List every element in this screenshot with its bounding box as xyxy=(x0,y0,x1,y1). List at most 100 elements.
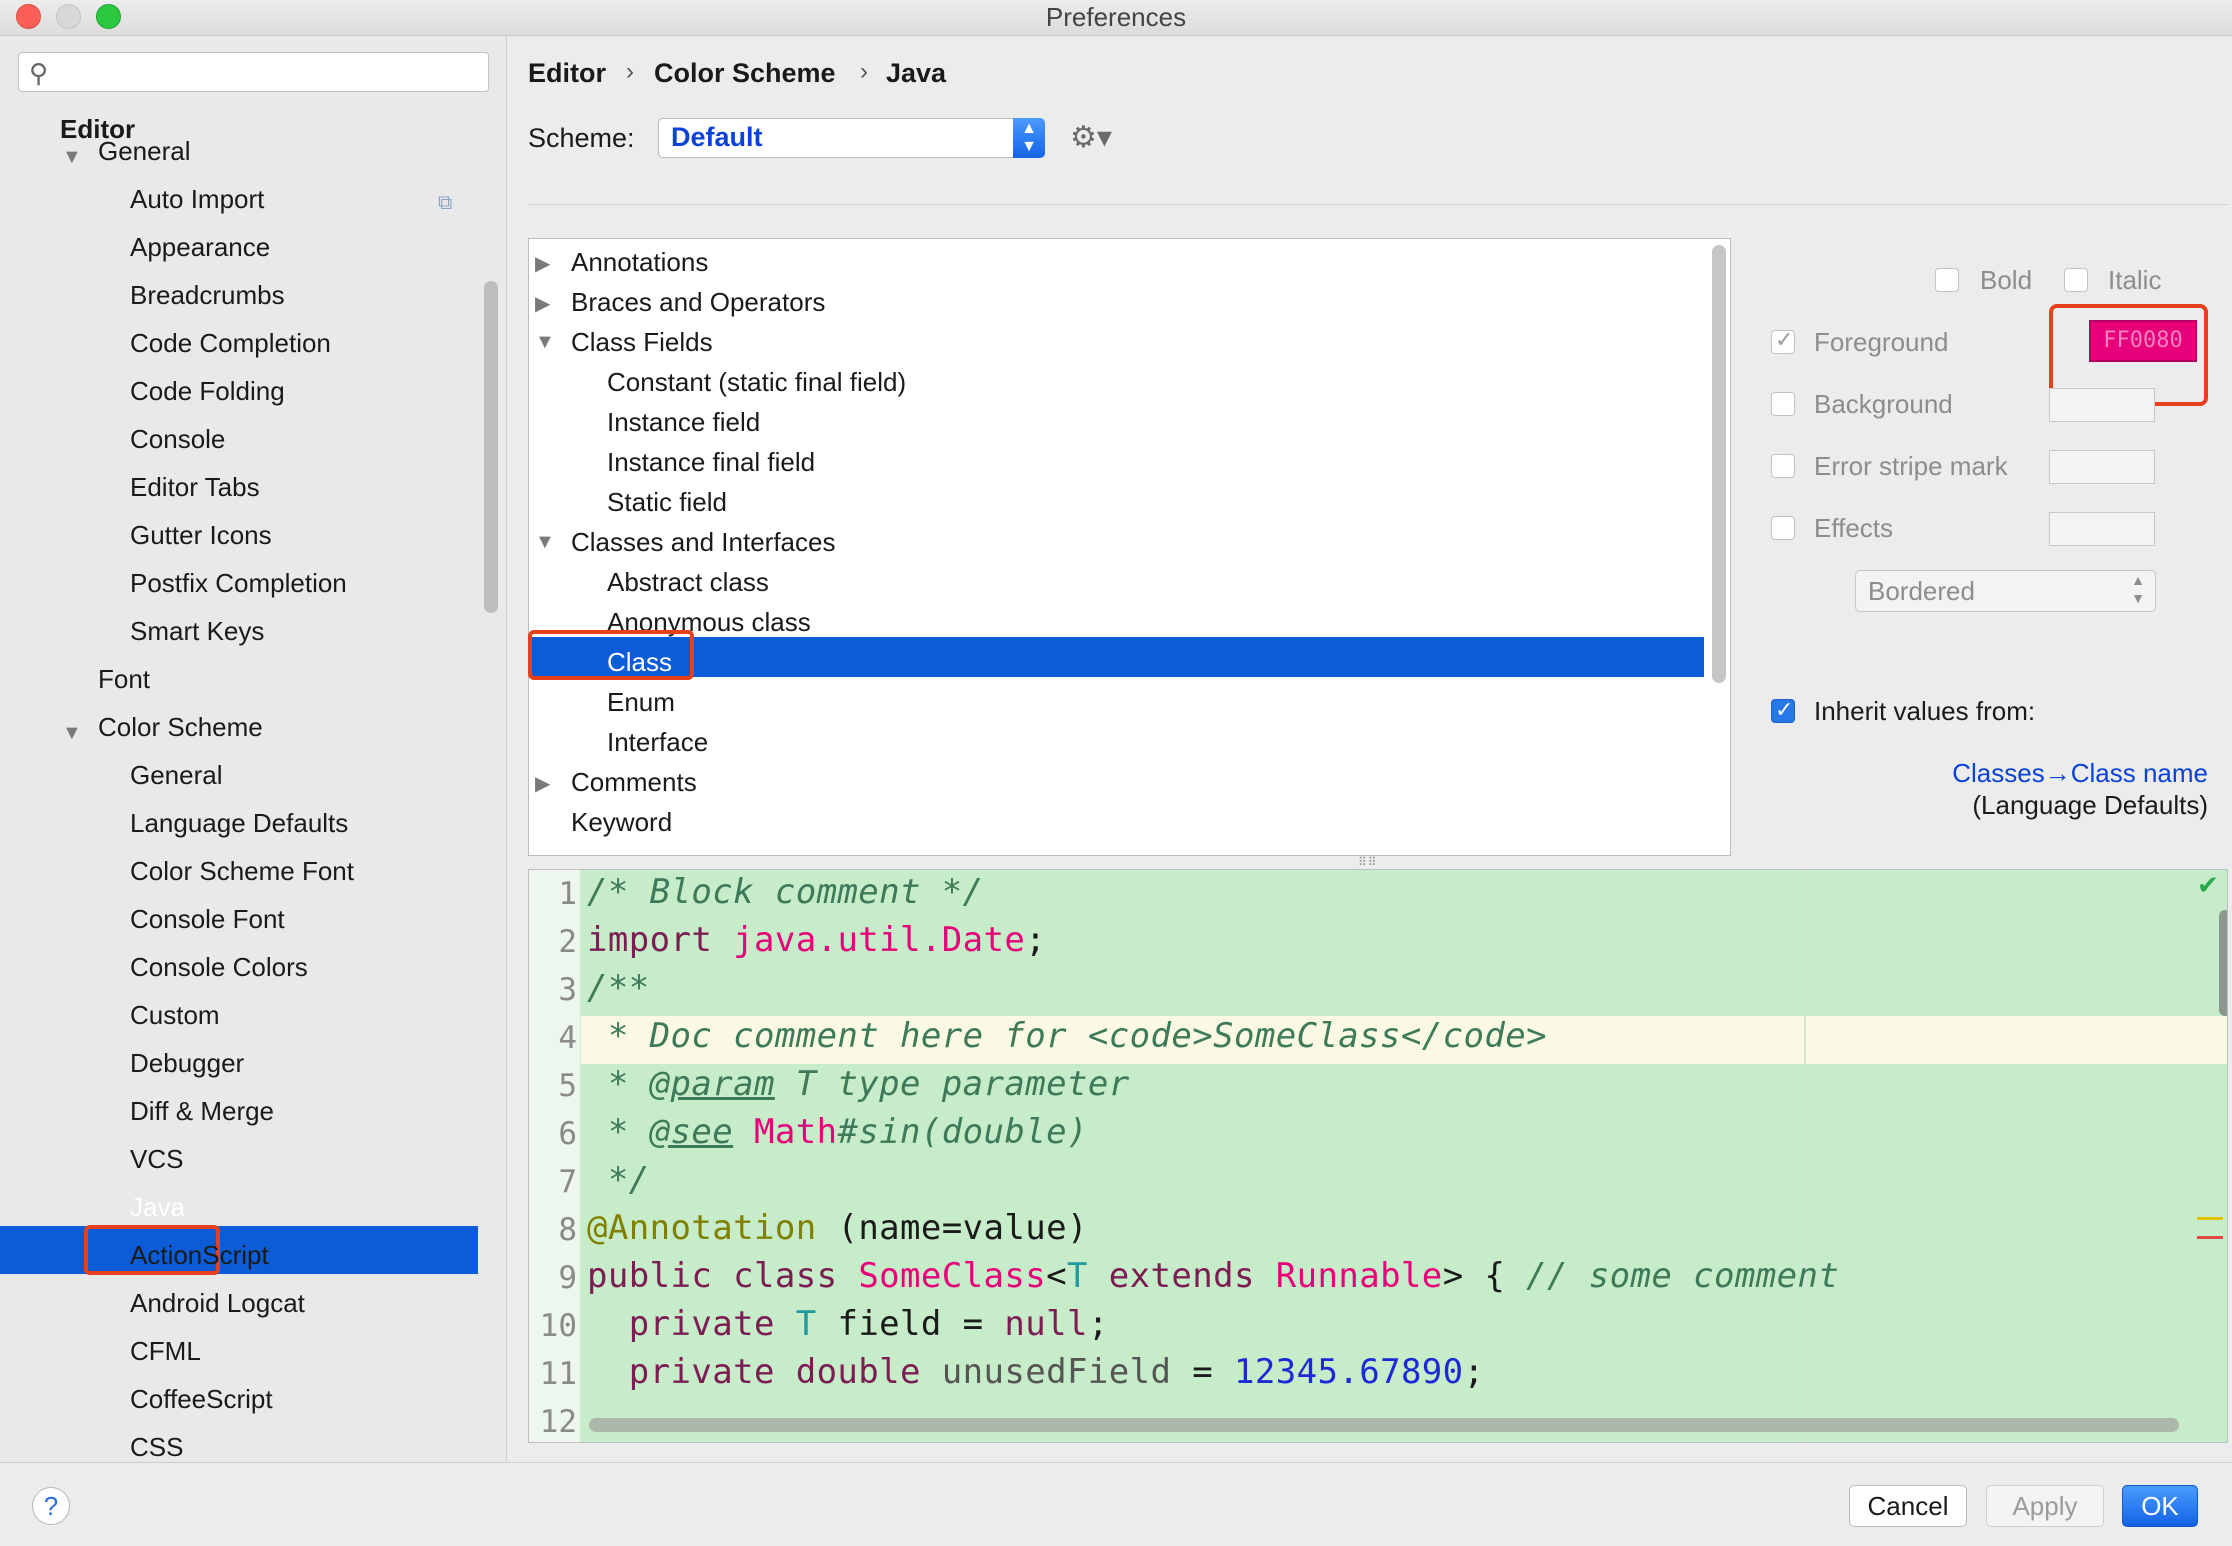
line-number: 8 xyxy=(558,1212,577,1248)
collapse-arrow-icon[interactable]: ▶ xyxy=(535,251,550,276)
warning-stripe-mark[interactable] xyxy=(2197,1217,2223,1220)
inherit-checkbox[interactable]: ✓ xyxy=(1771,697,1795,723)
attribute-item[interactable]: Instance final field xyxy=(607,447,815,478)
code-token: java.util.Date xyxy=(733,920,1026,960)
sidebar-scrollbar[interactable] xyxy=(484,281,498,613)
expand-arrow-icon[interactable]: ▼ xyxy=(62,722,82,745)
attribute-item[interactable]: Constant (static final field) xyxy=(607,367,906,398)
scheme-select[interactable]: Default ▲ ▼ xyxy=(658,118,1045,158)
apply-button[interactable]: Apply xyxy=(1986,1485,2104,1527)
attribute-item[interactable]: Enum xyxy=(607,687,675,718)
sidebar-item[interactable]: Editor Tabs xyxy=(130,472,260,503)
select-arrows-icon: ▲ ▼ xyxy=(2131,572,2145,606)
code-token: // some comment xyxy=(1526,1256,1840,1296)
sidebar-item[interactable]: Auto Import xyxy=(130,184,264,215)
foreground-color-swatch[interactable]: FF0080 xyxy=(2089,320,2197,362)
sidebar-item[interactable]: Language Defaults xyxy=(130,808,348,839)
background-checkbox[interactable] xyxy=(1771,392,1795,416)
sidebar-item[interactable]: Code Completion xyxy=(130,328,331,359)
preview-vertical-scrollbar[interactable] xyxy=(2219,910,2227,1016)
effects-checkbox[interactable] xyxy=(1771,516,1795,540)
code-token: public class xyxy=(587,1256,859,1296)
sidebar-item[interactable]: Console Colors xyxy=(130,952,308,983)
sidebar-item[interactable]: Smart Keys xyxy=(130,616,264,647)
sidebar-item[interactable]: General xyxy=(98,136,191,167)
sidebar-item[interactable]: Debugger xyxy=(130,1048,244,1079)
background-color-swatch[interactable] xyxy=(2049,388,2155,422)
search-icon: ⚲ xyxy=(29,58,49,88)
line-number: 7 xyxy=(558,1164,577,1200)
sidebar-item[interactable]: Postfix Completion xyxy=(130,568,347,599)
sidebar-item[interactable]: CoffeeScript xyxy=(130,1384,273,1415)
breadcrumb-editor[interactable]: Editor xyxy=(528,58,606,89)
sidebar-item[interactable]: General xyxy=(130,760,223,791)
attribute-item[interactable]: Comments xyxy=(571,767,697,798)
foreground-checkbox[interactable]: ✓ xyxy=(1771,327,1795,354)
class-highlight-box xyxy=(528,630,694,680)
sidebar-item[interactable]: Android Logcat xyxy=(130,1288,305,1319)
sidebar-item[interactable]: Java xyxy=(130,1192,185,1223)
code-token: /* Block comment */ xyxy=(587,872,984,912)
attribute-item[interactable]: Braces and Operators xyxy=(571,287,825,318)
sidebar-item[interactable]: Code Folding xyxy=(130,376,285,407)
code-token: unusedField xyxy=(941,1352,1172,1392)
sidebar-item[interactable]: Diff & Merge xyxy=(130,1096,274,1127)
sidebar-item[interactable]: Appearance xyxy=(130,232,270,263)
sidebar-item[interactable]: Console xyxy=(130,424,225,455)
line-number: 11 xyxy=(539,1356,577,1392)
attribute-item[interactable]: Annotations xyxy=(571,247,708,278)
effects-color-swatch[interactable] xyxy=(2049,512,2155,546)
attribute-item[interactable]: Instance field xyxy=(607,407,760,438)
sidebar-item[interactable]: VCS xyxy=(130,1144,183,1175)
attribute-tree-scrollbar[interactable] xyxy=(1712,245,1726,683)
code-token: > { xyxy=(1442,1256,1527,1296)
code-preview[interactable]: 1 2 3 4 5 6 7 8 9 10 11 12 /* Block comment */impor… xyxy=(528,869,2228,1443)
search-input[interactable] xyxy=(65,57,475,87)
sidebar-item[interactable]: ActionScript xyxy=(130,1240,269,1271)
attribute-item[interactable]: Interface xyxy=(607,727,708,758)
sidebar-item[interactable]: Color Scheme xyxy=(98,712,263,743)
code-token: < xyxy=(1046,1256,1068,1296)
attribute-item[interactable]: Class Fields xyxy=(571,327,713,358)
attribute-item[interactable]: Abstract class xyxy=(607,567,769,598)
sidebar-item[interactable]: Breadcrumbs xyxy=(130,280,285,311)
attribute-item[interactable]: Classes and Interfaces xyxy=(571,527,835,558)
expand-arrow-icon[interactable]: ▼ xyxy=(535,531,555,554)
error-stripe-checkbox[interactable] xyxy=(1771,454,1795,478)
sidebar-item[interactable]: CFML xyxy=(130,1336,201,1367)
inherit-link[interactable]: Classes→Class name xyxy=(1808,758,2208,789)
help-button[interactable]: ? xyxy=(32,1487,70,1525)
settings-search[interactable]: ⚲ xyxy=(18,52,489,92)
line-number: 10 xyxy=(539,1308,577,1344)
inherit-source: (Language Defaults) xyxy=(1972,790,2208,820)
breadcrumb-color-scheme[interactable]: Color Scheme xyxy=(654,58,836,89)
expand-arrow-icon[interactable]: ▼ xyxy=(62,146,82,169)
attribute-item[interactable]: Static field xyxy=(607,487,727,518)
breadcrumb-java: Java xyxy=(886,58,947,88)
sidebar-item[interactable]: Gutter Icons xyxy=(130,520,272,551)
error-stripe-color-swatch[interactable] xyxy=(2049,450,2155,484)
cancel-button[interactable]: Cancel xyxy=(1849,1485,1967,1527)
sidebar-item[interactable]: Color Scheme Font xyxy=(130,856,354,887)
preview-horizontal-scrollbar[interactable] xyxy=(589,1418,2179,1432)
collapse-arrow-icon[interactable]: ▶ xyxy=(535,771,550,796)
code-line: private double unusedField = 12345.67890… xyxy=(587,1352,1484,1392)
splitter-handle-icon[interactable]: ⠿⠿ xyxy=(1358,855,1378,869)
ok-button[interactable]: OK xyxy=(2122,1485,2198,1527)
effects-type-select[interactable]: Bordered ▲ ▼ xyxy=(1855,570,2156,612)
bold-checkbox[interactable] xyxy=(1935,268,1959,292)
sidebar-item[interactable]: CSS xyxy=(130,1432,183,1463)
sidebar-item[interactable]: Console Font xyxy=(130,904,285,935)
check-icon: ✓ xyxy=(1775,697,1794,722)
sidebar-item[interactable]: Custom xyxy=(130,1000,220,1031)
sidebar-item[interactable]: Font xyxy=(98,664,150,695)
italic-checkbox[interactable] xyxy=(2064,268,2088,292)
collapse-arrow-icon[interactable]: ▶ xyxy=(535,291,550,316)
code-token: import xyxy=(587,920,734,960)
attribute-item[interactable]: Keyword xyxy=(571,807,672,838)
expand-arrow-icon[interactable]: ▼ xyxy=(535,331,555,354)
error-stripe-mark[interactable] xyxy=(2197,1236,2223,1239)
code-token: @param xyxy=(649,1064,775,1104)
gear-icon[interactable]: ⚙▾ xyxy=(1070,120,1112,155)
